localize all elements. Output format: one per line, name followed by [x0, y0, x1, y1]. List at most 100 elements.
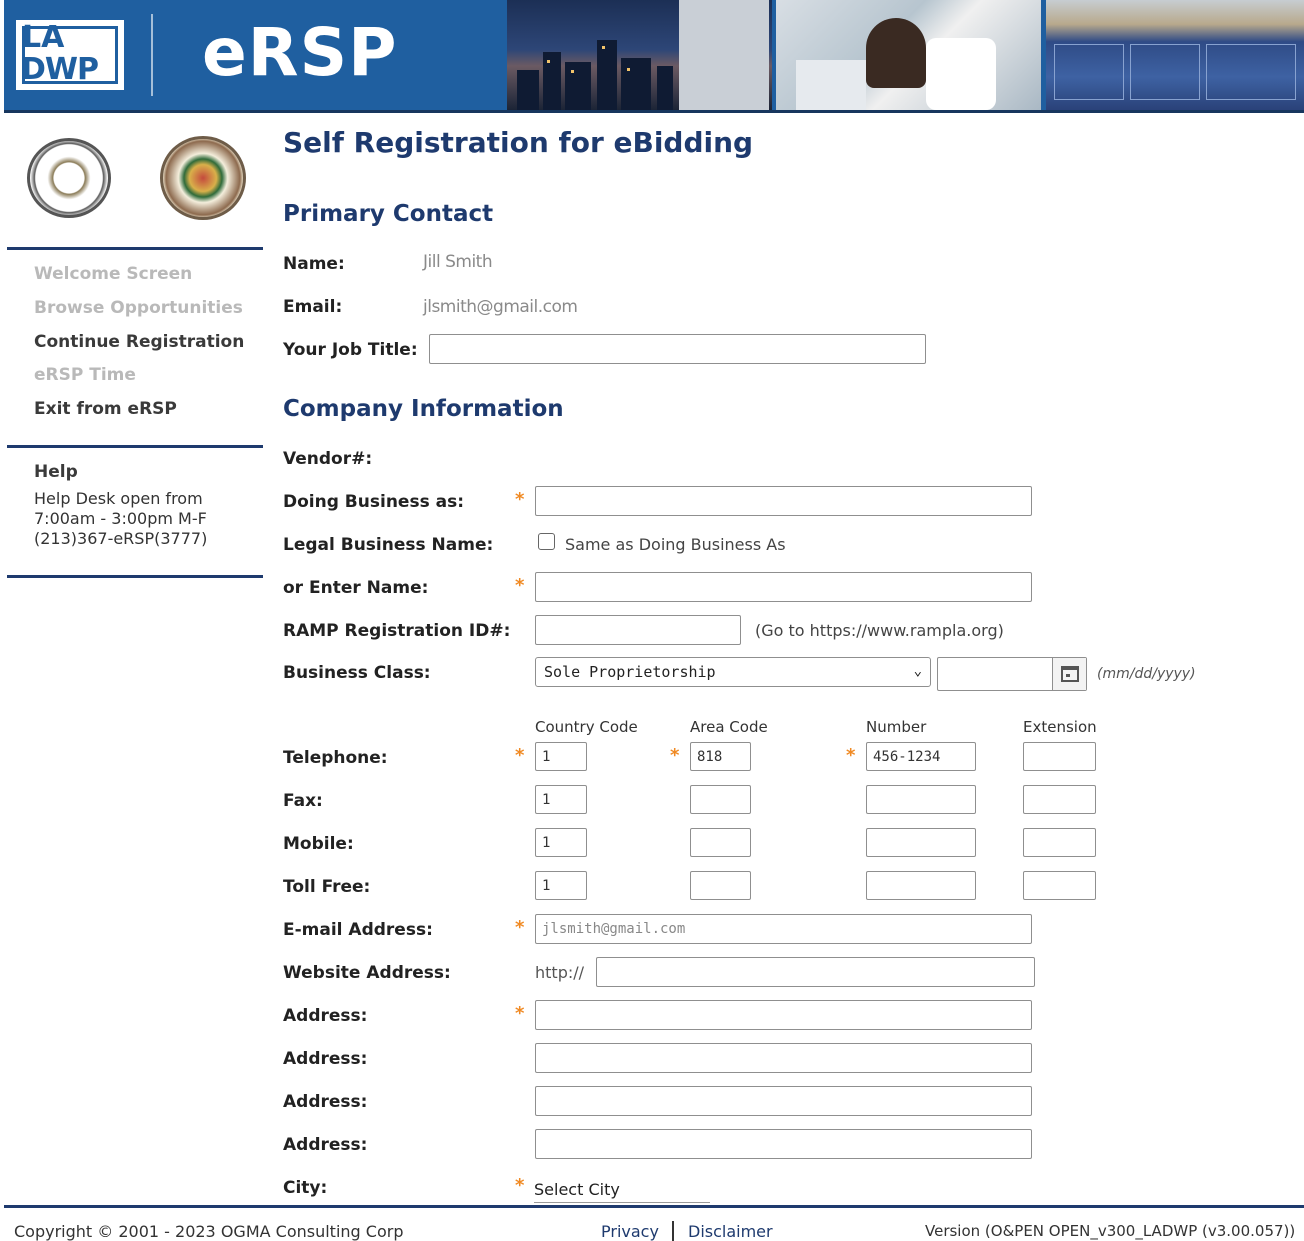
nav-continue-registration[interactable]: Continue Registration [34, 332, 244, 352]
privacy-link[interactable]: Privacy [601, 1222, 659, 1241]
fax-ext-input[interactable] [1023, 785, 1096, 814]
fax-label: Fax: [283, 791, 323, 811]
disclaimer-link[interactable]: Disclaimer [688, 1222, 773, 1241]
footer-separator [672, 1221, 674, 1241]
name-value: Jill Smith [423, 252, 493, 272]
business-class-date-field[interactable] [937, 657, 1087, 691]
city-skyline-photo [507, 0, 772, 110]
same-as-dba-checkbox[interactable] [538, 533, 555, 550]
section-company-information: Company Information [283, 396, 564, 422]
nav-browse-opportunities: Browse Opportunities [34, 298, 243, 318]
required-marker: * [515, 1003, 525, 1024]
address-line-2-input[interactable] [535, 1043, 1032, 1073]
email-address-input[interactable] [535, 914, 1032, 944]
address-label: Address: [283, 1006, 368, 1026]
required-marker: * [670, 745, 680, 766]
calendar-icon [1061, 666, 1079, 682]
help-title: Help [34, 462, 78, 482]
name-label: Name: [283, 254, 345, 274]
business-class-select[interactable]: Sole Proprietorship ⌄ [535, 657, 931, 687]
app-title: eRSP [202, 14, 398, 91]
chevron-down-icon: ⌄ [913, 663, 922, 679]
mobile-country-input[interactable] [535, 828, 587, 857]
vendor-label: Vendor#: [283, 449, 373, 469]
tollfree-area-input[interactable] [690, 871, 751, 900]
legal-name-label: Legal Business Name: [283, 535, 494, 555]
telephone-label: Telephone: [283, 748, 388, 768]
banner-divider [151, 14, 153, 96]
footer-divider [4, 1205, 1304, 1208]
mobile-number-input[interactable] [866, 828, 976, 857]
telephone-ext-input[interactable] [1023, 742, 1096, 771]
address-line-1-input[interactable] [535, 1000, 1032, 1030]
logo-text-la: LA [22, 20, 65, 55]
nav-ersp-time: eRSP Time [34, 365, 136, 385]
required-marker: * [515, 575, 525, 596]
city-of-la-seal-icon [160, 136, 246, 220]
business-class-label: Business Class: [283, 663, 431, 683]
dwp-seal-icon [27, 138, 111, 218]
same-as-dba-label: Same as Doing Business As [565, 535, 786, 554]
address-line-3-input[interactable] [535, 1086, 1032, 1116]
required-marker: * [515, 489, 525, 510]
col-header-area-code: Area Code [690, 718, 768, 736]
page-title: Self Registration for eBidding [283, 126, 754, 159]
fax-area-input[interactable] [690, 785, 751, 814]
lab-scientists-photo [776, 0, 1041, 110]
website-input[interactable] [596, 957, 1035, 987]
mobile-label: Mobile: [283, 834, 354, 854]
city-label: City: [283, 1178, 328, 1198]
mobile-ext-input[interactable] [1023, 828, 1096, 857]
email-label: Email: [283, 297, 343, 317]
job-title-label: Your Job Title: [283, 340, 418, 360]
tollfree-ext-input[interactable] [1023, 871, 1096, 900]
nav-welcome-screen: Welcome Screen [34, 264, 193, 284]
col-header-extension: Extension [1023, 718, 1097, 736]
business-class-value: Sole Proprietorship [544, 663, 716, 681]
ladwp-logo: LA DWP [16, 20, 124, 90]
date-format-hint: (mm/dd/yyyy) [1097, 666, 1196, 682]
website-label: Website Address: [283, 963, 451, 983]
help-phone: (213)367-eRSP(3777) [34, 529, 208, 548]
footer-copyright: Copyright © 2001 - 2023 OGMA Consulting … [14, 1222, 404, 1241]
fax-country-input[interactable] [535, 785, 587, 814]
tollfree-country-input[interactable] [535, 871, 587, 900]
required-marker: * [515, 1175, 525, 1196]
fax-number-input[interactable] [866, 785, 976, 814]
address-label: Address: [283, 1049, 368, 1069]
calendar-button[interactable] [1052, 658, 1086, 690]
solar-farm-photo [1046, 0, 1304, 110]
website-prefix: http:// [535, 963, 585, 982]
logo-text-dwp: DWP [21, 52, 99, 87]
enter-name-label: or Enter Name: [283, 578, 429, 598]
mobile-area-input[interactable] [690, 828, 751, 857]
help-line: Help Desk open from [34, 489, 203, 508]
required-marker: * [515, 745, 525, 766]
dba-label: Doing Business as: [283, 492, 464, 512]
telephone-country-input[interactable] [535, 742, 587, 771]
tollfree-number-input[interactable] [866, 871, 976, 900]
toll-free-label: Toll Free: [283, 877, 371, 897]
col-header-number: Number [866, 718, 927, 736]
email-address-label: E-mail Address: [283, 920, 433, 940]
dba-input[interactable] [535, 486, 1032, 516]
required-marker: * [846, 745, 856, 766]
header-banner: LA DWP eRSP [4, 0, 1304, 113]
telephone-number-input[interactable] [866, 742, 976, 771]
ramp-label: RAMP Registration ID#: [283, 621, 511, 641]
required-marker: * [515, 917, 525, 938]
help-line: 7:00am - 3:00pm M-F [34, 509, 207, 528]
col-header-country-code: Country Code [535, 718, 638, 736]
nav-exit-ersp[interactable]: Exit from eRSP [34, 399, 177, 419]
telephone-area-input[interactable] [690, 742, 751, 771]
ramp-hint: (Go to https://www.rampla.org) [755, 621, 1004, 640]
legal-name-input[interactable] [535, 572, 1032, 602]
address-label: Address: [283, 1092, 368, 1112]
address-line-4-input[interactable] [535, 1129, 1032, 1159]
email-value: jlsmith@gmail.com [423, 297, 578, 317]
job-title-input[interactable] [429, 334, 926, 364]
section-primary-contact: Primary Contact [283, 201, 494, 227]
sidebar-divider [7, 575, 263, 578]
ramp-id-input[interactable] [535, 615, 741, 645]
city-select[interactable]: Select City [534, 1180, 620, 1199]
